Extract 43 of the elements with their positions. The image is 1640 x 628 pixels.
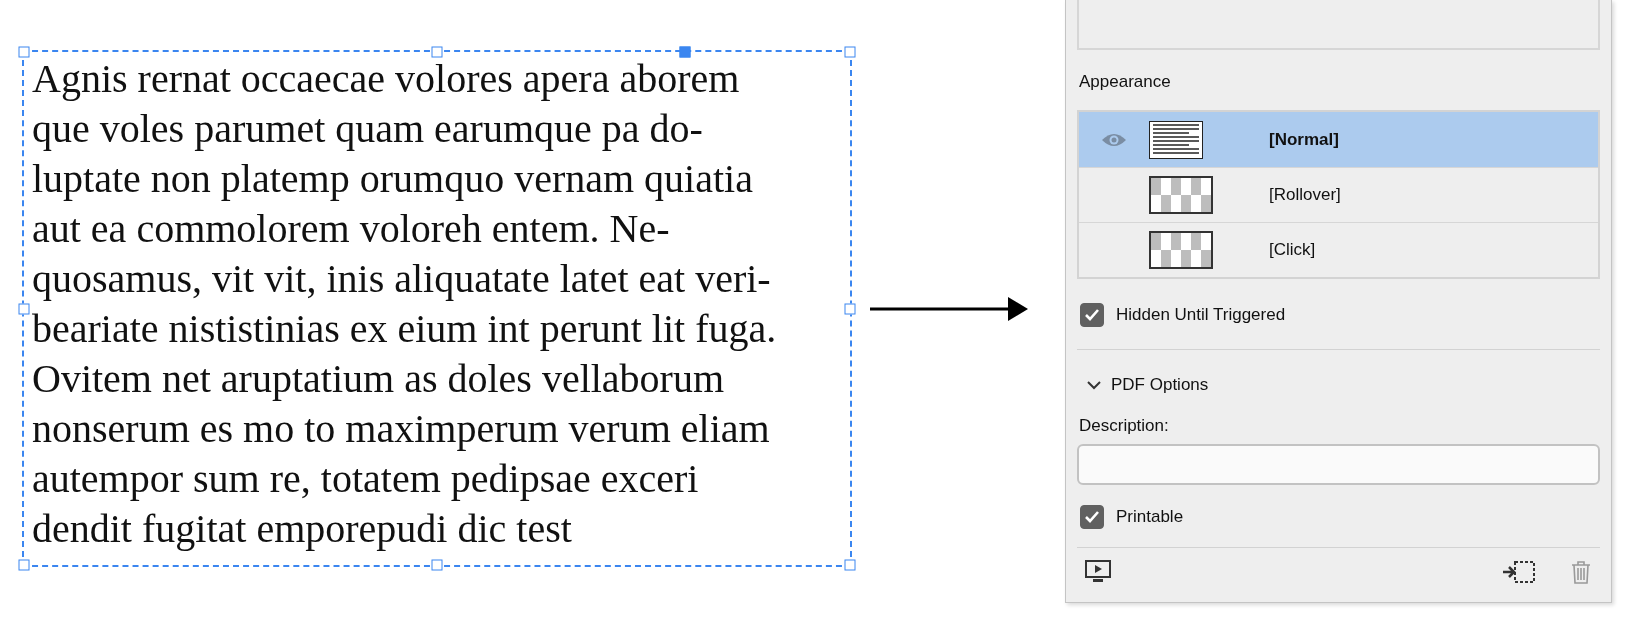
resize-handle[interactable]	[844, 46, 856, 58]
appearance-row[interactable]: [Rollover]	[1079, 167, 1598, 222]
state-label: [Normal]	[1269, 129, 1339, 150]
resize-handle[interactable]	[18, 559, 30, 571]
resize-handle[interactable]	[431, 46, 443, 58]
state-label: [Rollover]	[1269, 185, 1341, 205]
text-thumbnail-icon	[1149, 120, 1203, 159]
chevron-icon	[1087, 380, 1101, 390]
eye-icon[interactable]	[1101, 131, 1127, 148]
text-line: autempor sum re, totatem pedipsae exceri	[32, 455, 699, 503]
arrow-icon	[870, 294, 1028, 323]
state-label: [Click]	[1269, 240, 1316, 260]
resize-handle[interactable]	[679, 46, 691, 58]
checker-thumbnail-icon	[1149, 231, 1213, 269]
text-line: nonserum es mo to maximperum verum eliam	[32, 405, 770, 453]
text-line: que voles parumet quam earumque pa do-	[32, 105, 703, 153]
check-icon	[1084, 308, 1100, 322]
resize-handle[interactable]	[18, 46, 30, 58]
section-title: Appearance	[1079, 72, 1172, 92]
field-label: Description:	[1079, 416, 1170, 436]
checkbox-label: Hidden Until Triggered	[1116, 305, 1286, 325]
checkbox[interactable]	[1080, 303, 1104, 327]
resize-handle[interactable]	[431, 559, 443, 571]
description-field[interactable]	[1077, 444, 1600, 485]
appearance-row[interactable]: [Click]	[1079, 222, 1598, 277]
resize-handle[interactable]	[844, 559, 856, 571]
appearance-row[interactable]: [Normal]	[1079, 112, 1598, 167]
preview-icon[interactable]	[1085, 560, 1111, 584]
text-line: quosamus, vit vit, inis aliquatate latet eat veri-	[32, 255, 771, 303]
section-toggle[interactable]: PDF Options	[1077, 354, 1600, 416]
check-icon	[1084, 510, 1100, 524]
checkbox[interactable]	[1080, 505, 1104, 529]
text-line: luptate non platemp orumquo vernam quiatia	[32, 155, 753, 203]
checker-thumbnail-icon	[1149, 176, 1213, 214]
resize-handle[interactable]	[844, 303, 856, 314]
resize-handle[interactable]	[18, 303, 30, 314]
text-line: aut ea commolorem voloreh entem. Ne-	[32, 205, 670, 253]
text-line: Ovitem net aruptatium as doles vellaborum	[32, 355, 725, 403]
checkbox-label: Printable	[1116, 507, 1184, 527]
text-line: dendit fugitat emporepudi dic test	[32, 505, 572, 553]
text-line: beariate nististinias ex eium int perunt lit fuga.	[32, 305, 777, 353]
trash-icon[interactable]	[1570, 560, 1592, 584]
text-line: Agnis rernat occaecae volores apera aborem	[32, 55, 740, 103]
